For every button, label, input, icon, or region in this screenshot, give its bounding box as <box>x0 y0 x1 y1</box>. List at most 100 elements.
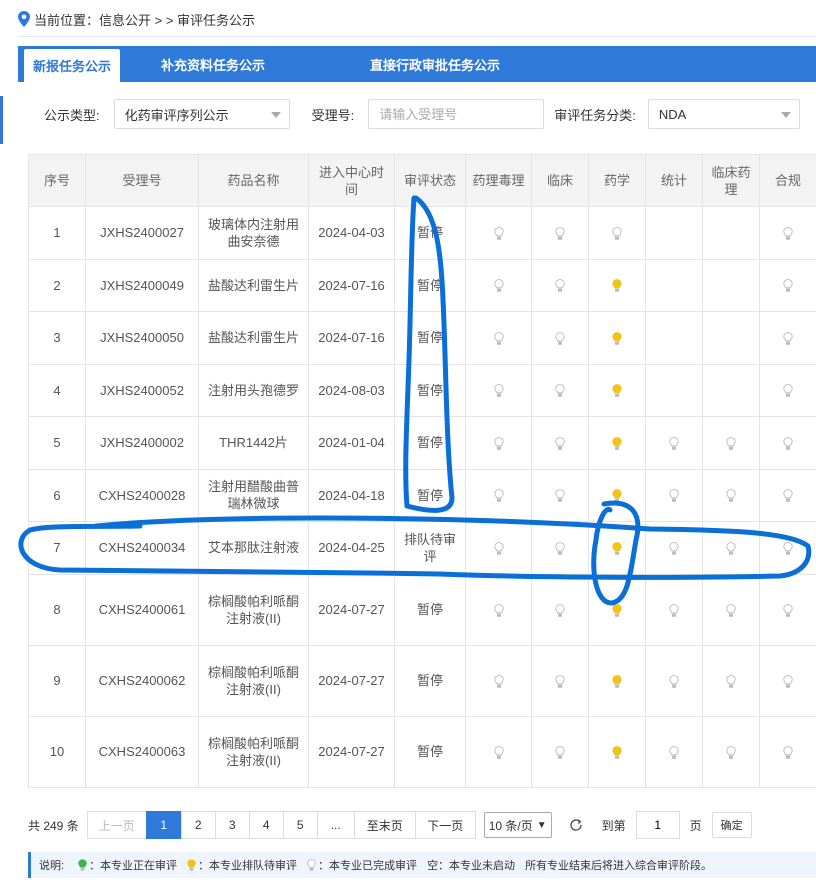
header-accept-no[interactable]: 受理号 <box>85 154 199 207</box>
breadcrumb: 当前位置：信息公开 > > 审评任务公示 <box>18 8 259 30</box>
cell-status: 暂停 <box>394 311 466 365</box>
page-button-4[interactable]: 4 <box>248 811 284 839</box>
table-header-row: 序号 受理号 药品名称 进入中心时间 审评状态 药理毒理 临床 药学 统计 临床… <box>28 154 816 207</box>
bulb-icon <box>78 858 87 871</box>
tab-direct-approval-tasks[interactable]: 直接行政审批任务公示 <box>306 46 564 82</box>
bulb-icon <box>612 279 622 293</box>
bulb-icon <box>555 436 565 450</box>
total-count: 共 249 条 <box>28 818 79 833</box>
table-row[interactable]: 7 CXHS2400034 艾本那肽注射液 2024-04-25 排队待审评 <box>28 521 816 575</box>
header-enter-time[interactable]: 进入中心时间 <box>308 154 395 207</box>
page-button-1[interactable]: 1 <box>145 811 182 839</box>
cell-compliance <box>759 521 816 575</box>
cell-no: 3 <box>28 311 86 365</box>
bulb-icon <box>726 489 736 503</box>
bulb-icon <box>669 603 679 617</box>
bulb-icon <box>783 279 793 293</box>
bulb-icon <box>493 674 504 688</box>
cell-status: 暂停 <box>394 416 466 470</box>
chevron-down-icon <box>270 112 281 118</box>
page-button-3[interactable]: 3 <box>214 811 250 839</box>
bulb-icon <box>669 745 679 759</box>
type-label: 公示类型: <box>44 107 100 123</box>
cell-status: 排队待审评 <box>394 521 466 575</box>
page-size-select[interactable]: 10 条/页 ▼ <box>483 812 552 838</box>
cell-accept-no: JXHS2400049 <box>85 258 199 312</box>
cell-pharm-tox <box>465 416 532 470</box>
bulb-icon <box>493 436 504 450</box>
cell-no: 4 <box>28 363 86 417</box>
cell-no: 9 <box>28 644 86 717</box>
goto-page-input[interactable] <box>635 811 680 839</box>
header-drug-name[interactable]: 药品名称 <box>198 154 309 207</box>
cell-statistics <box>645 258 703 312</box>
table-row[interactable]: 10 CXHS2400063 棕榈酸帕利哌酮注射液(II) 2024-07-27 暂停 <box>28 715 816 788</box>
cell-no: 7 <box>28 521 86 575</box>
bulb-icon <box>726 603 736 617</box>
cell-pharmacy <box>588 363 646 417</box>
tab-new-tasks[interactable]: 新报任务公示 <box>24 49 120 82</box>
cell-drug-name: 艾本那肽注射液 <box>198 521 309 575</box>
legend: 说明: ：本专业正在审评 ：本专业排队待审评 ：本专业已完成审评 空：本专业未启… <box>28 852 816 878</box>
legend-in-review: ：本专业正在审评 <box>78 857 177 873</box>
cell-clinical <box>531 715 589 788</box>
cell-enter-time: 2024-07-27 <box>308 715 395 788</box>
table-row[interactable]: 9 CXHS2400062 棕榈酸帕利哌酮注射液(II) 2024-07-27 暂停 <box>28 644 816 717</box>
bulb-icon <box>493 226 504 240</box>
table-row[interactable]: 1 JXHS2400027 玻璃体内注射用曲安奈德 2024-04-03 暂停 <box>28 206 816 260</box>
refresh-icon[interactable] <box>568 817 584 833</box>
type-select[interactable]: 化药审评序列公示 <box>113 99 290 129</box>
cell-accept-no: CXHS2400034 <box>85 521 199 575</box>
cell-compliance <box>759 416 816 470</box>
header-clinical-pharm[interactable]: 临床药理 <box>702 154 760 207</box>
cell-accept-no: JXHS2400002 <box>85 416 199 470</box>
header-clinical[interactable]: 临床 <box>531 154 589 207</box>
table-row[interactable]: 4 JXHS2400052 注射用头孢德罗 2024-08-03 暂停 <box>28 363 816 417</box>
bulb-icon <box>669 489 679 503</box>
page-ellipsis[interactable]: ... <box>316 811 355 839</box>
cell-clinical <box>531 258 589 312</box>
confirm-button[interactable]: 确定 <box>711 812 752 838</box>
bulb-icon <box>555 745 565 759</box>
cell-status: 暂停 <box>394 573 466 646</box>
next-page-button[interactable]: 下一页 <box>414 811 476 839</box>
breadcrumb-text: 当前位置：信息公开 > > 审评任务公示 <box>34 12 256 28</box>
accept-number-input[interactable] <box>368 99 545 129</box>
cell-enter-time: 2024-07-16 <box>308 311 395 365</box>
header-status[interactable]: 审评状态 <box>394 154 466 207</box>
table-row[interactable]: 8 CXHS2400061 棕榈酸帕利哌酮注射液(II) 2024-07-27 暂停 <box>28 573 816 646</box>
filter-bar: 公示类型: 化药审评序列公示 受理号: 审评任务分类: NDA <box>28 98 816 130</box>
bulb-icon <box>612 745 622 759</box>
tab-supplement-tasks[interactable]: 补充资料任务公示 <box>120 46 306 82</box>
table-row[interactable]: 3 JXHS2400050 盐酸达利雷生片 2024-07-16 暂停 <box>28 311 816 365</box>
prev-page-button[interactable]: 上一页 <box>86 811 147 839</box>
goto-label: 到第 <box>601 818 626 833</box>
header-pharm-tox[interactable]: 药理毒理 <box>465 154 532 207</box>
table-row[interactable]: 5 JXHS2400002 THR1442片 2024-01-04 暂停 <box>28 416 816 470</box>
last-page-button[interactable]: 至末页 <box>353 811 416 839</box>
cell-pharmacy <box>588 258 646 312</box>
header-pharmacy[interactable]: 药学 <box>588 154 646 207</box>
bulb-icon <box>783 331 793 345</box>
cell-clinical <box>531 206 589 260</box>
category-select[interactable]: NDA <box>647 99 800 129</box>
left-accent-strip <box>0 96 3 144</box>
bulb-icon <box>783 603 793 617</box>
header-compliance[interactable]: 合规 <box>759 154 816 207</box>
bulb-icon <box>726 674 736 688</box>
cell-statistics <box>645 468 703 522</box>
cell-pharm-tox <box>465 644 532 717</box>
page-button-5[interactable]: 5 <box>282 811 318 839</box>
table-row[interactable]: 6 CXHS2400028 注射用醋酸曲普瑞林微球 2024-04-18 暂停 <box>28 468 816 522</box>
category-select-value: NDA <box>658 106 687 122</box>
bulb-icon <box>555 226 565 240</box>
header-no[interactable]: 序号 <box>28 154 86 207</box>
bulb-icon <box>669 674 679 688</box>
cell-accept-no: CXHS2400028 <box>85 468 199 522</box>
bulb-icon <box>307 858 316 871</box>
header-statistics[interactable]: 统计 <box>645 154 703 207</box>
page-button-2[interactable]: 2 <box>180 811 216 839</box>
cell-statistics <box>645 363 703 417</box>
cell-drug-name: 注射用醋酸曲普瑞林微球 <box>198 468 309 522</box>
table-row[interactable]: 2 JXHS2400049 盐酸达利雷生片 2024-07-16 暂停 <box>28 258 816 312</box>
